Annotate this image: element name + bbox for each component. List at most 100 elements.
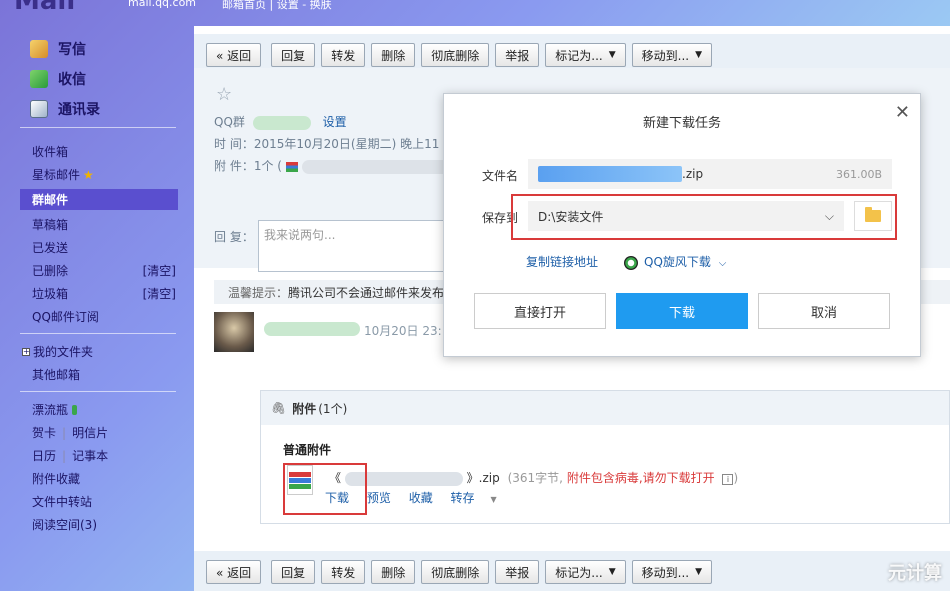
- download-dialog: 新建下载任务 ✕ 文件名 .zip 361.00B 保存到 D:\安装文件 ⌵ …: [443, 93, 921, 357]
- empty-deleted-link[interactable]: [清空]: [143, 262, 178, 279]
- notes-link[interactable]: 记事本: [72, 447, 108, 464]
- sidebar-item-my-folders[interactable]: + 我的文件夹: [20, 341, 178, 362]
- sidebar-item-label: 我的文件夹: [33, 345, 94, 359]
- attachments-count: (1个): [318, 401, 348, 416]
- time-label: 时 间：: [214, 137, 254, 151]
- compose-label: 写信: [58, 42, 86, 58]
- postcard-link[interactable]: 明信片: [72, 424, 108, 441]
- preview-link[interactable]: 预览: [367, 491, 391, 505]
- sidebar-item-subscriptions[interactable]: QQ邮件订阅: [20, 306, 178, 327]
- virus-warning: 附件包含病毒,请勿下载打开: [566, 471, 715, 485]
- sidebar-item-card: 贺卡 | 明信片: [32, 424, 109, 441]
- mark-as-dropdown[interactable]: 标记为... ▼: [545, 560, 626, 584]
- redacted-text: [538, 166, 682, 182]
- forward-button[interactable]: 转发: [321, 560, 366, 584]
- forward-button[interactable]: 转发: [321, 43, 366, 67]
- card-link[interactable]: 贺卡: [32, 424, 56, 441]
- sidebar-item-deleted[interactable]: 已删除 [清空]: [20, 260, 178, 281]
- attachment-row: 附 件：1个 (: [214, 157, 452, 174]
- filename-field[interactable]: .zip 361.00B: [528, 159, 892, 189]
- sidebar-item-reading[interactable]: 阅读空间(3): [20, 514, 178, 535]
- move-to-dropdown[interactable]: 移动到... ▼: [631, 43, 712, 67]
- expand-icon[interactable]: +: [22, 347, 30, 356]
- sidebar-item-bottle[interactable]: 漂流瓶: [20, 399, 178, 420]
- sidebar-divider: [20, 127, 176, 128]
- save-to-label: 转存: [450, 491, 475, 505]
- chevron-down-icon: ▼: [608, 50, 616, 60]
- star-icon[interactable]: ☆: [216, 84, 232, 105]
- report-button[interactable]: 举报: [495, 43, 540, 67]
- empty-spam-link[interactable]: [清空]: [143, 285, 178, 302]
- cancel-button[interactable]: 取消: [758, 293, 890, 329]
- tip-text: 腾讯公司不会通过邮件来发布: [288, 285, 445, 300]
- top-links[interactable]: 邮箱首页 | 设置 - 换肤: [222, 0, 332, 12]
- sidebar-item-calendar: 日历 | 记事本: [32, 447, 109, 464]
- sidebar-item-other-mailbox[interactable]: 其他邮箱: [20, 364, 178, 385]
- chevron-down-icon: ▼: [695, 50, 702, 60]
- sidebar-item-drafts[interactable]: 草稿箱: [20, 214, 178, 235]
- qq-download-button[interactable]: QQ旋风下载 ⌵: [624, 253, 726, 270]
- contacts-label: 通讯录: [58, 102, 100, 118]
- sidebar-item-transfer[interactable]: 文件中转站: [20, 491, 178, 512]
- group-settings-link[interactable]: 设置: [323, 115, 347, 129]
- top-banner: Mail mail.qq.com 邮箱首页 | 设置 - 换肤: [0, 0, 950, 12]
- qq-download-label: QQ旋风下载: [644, 255, 711, 269]
- sidebar-divider: [20, 391, 176, 392]
- contacts-button[interactable]: 通讯录: [30, 97, 100, 121]
- download-button[interactable]: 下载: [616, 293, 748, 329]
- paperclip-icon: 🖇: [271, 401, 287, 415]
- inbox-fetch-label: 收信: [58, 72, 86, 88]
- group-row: QQ群 设置: [214, 113, 347, 130]
- sidebar-item-label: 附件收藏: [32, 472, 81, 486]
- redacted-text: [252, 115, 311, 130]
- compose-icon: [30, 40, 48, 58]
- save-to-link[interactable]: 转存 ▼: [451, 491, 511, 505]
- attachments-title: 附件: [292, 401, 317, 416]
- sidebar-item-label: 已发送: [32, 241, 69, 255]
- redacted-text: [264, 322, 360, 336]
- chevron-down-icon: ▼: [695, 567, 702, 577]
- delete-permanent-button[interactable]: 彻底删除: [421, 560, 490, 584]
- back-button[interactable]: « 返回: [206, 43, 262, 67]
- sidebar-item-starred[interactable]: 星标邮件 ★: [20, 164, 178, 185]
- move-to-dropdown[interactable]: 移动到... ▼: [631, 560, 712, 584]
- mark-as-dropdown[interactable]: 标记为... ▼: [545, 43, 626, 67]
- filename-label: 文件名: [482, 169, 519, 183]
- sidebar-item-label: 垃圾箱: [32, 287, 69, 301]
- contacts-icon: [30, 100, 48, 118]
- sidebar-item-label: 收件箱: [32, 145, 69, 159]
- sidebar-item-inbox[interactable]: 收件箱: [20, 141, 178, 162]
- sidebar: 写信 收信 通讯录 收件箱 星标邮件 ★ 群邮件 草稿箱 已发送 已删除 [清空…: [0, 28, 186, 591]
- delete-button[interactable]: 删除: [371, 560, 416, 584]
- open-directly-button[interactable]: 直接打开: [474, 293, 606, 329]
- report-button[interactable]: 举报: [495, 560, 540, 584]
- reply-button[interactable]: 回复: [271, 560, 316, 584]
- sidebar-item-spam[interactable]: 垃圾箱 [清空]: [20, 283, 178, 304]
- inbox-fetch-button[interactable]: 收信: [30, 67, 86, 91]
- sidebar-item-attachments[interactable]: 附件收藏: [20, 468, 178, 489]
- close-icon[interactable]: ✕: [895, 102, 910, 123]
- calendar-link[interactable]: 日历: [32, 447, 56, 464]
- move-to-label: 移动到...: [641, 48, 690, 63]
- avatar[interactable]: [214, 312, 254, 352]
- normal-attachments-title: 普通附件: [283, 443, 332, 457]
- sidebar-item-label: 文件中转站: [32, 495, 93, 509]
- delete-button[interactable]: 删除: [371, 43, 416, 67]
- reply-button[interactable]: 回复: [271, 43, 316, 67]
- sidebar-item-label: 群邮件: [32, 193, 69, 207]
- info-icon[interactable]: i: [722, 474, 734, 485]
- time-row: 时 间：2015年10月20日(星期二) 晚上11: [214, 135, 439, 152]
- sidebar-item-group-mail[interactable]: 群邮件: [20, 189, 178, 210]
- chevron-down-icon: ▼: [490, 495, 497, 504]
- compose-button[interactable]: 写信: [30, 37, 86, 61]
- toolbar-bottom: « 返回 回复 转发 删除 彻底删除 举报 标记为... ▼ 移动到... ▼: [194, 551, 950, 591]
- sidebar-item-sent[interactable]: 已发送: [20, 237, 178, 258]
- sidebar-item-label: 星标邮件: [32, 168, 81, 182]
- mail-logo[interactable]: Mail: [14, 0, 75, 12]
- move-to-label: 移动到...: [641, 565, 690, 580]
- collect-link[interactable]: 收藏: [409, 491, 433, 505]
- inbox-download-icon: [30, 70, 48, 88]
- back-button[interactable]: « 返回: [206, 560, 262, 584]
- delete-permanent-button[interactable]: 彻底删除: [421, 43, 490, 67]
- copy-link-button[interactable]: 复制链接地址: [526, 253, 598, 270]
